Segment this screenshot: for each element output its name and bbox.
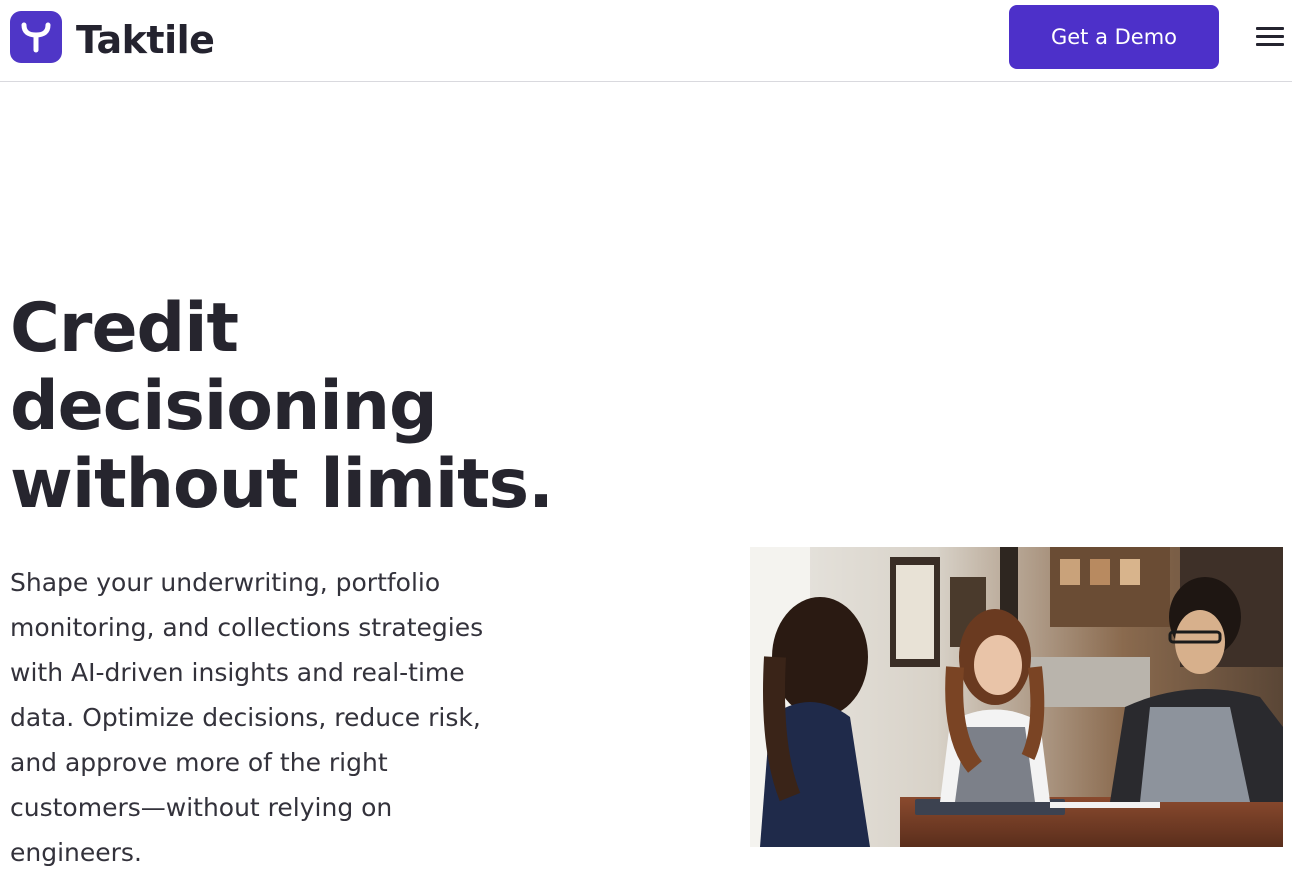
hero-description-line: monitoring, and collections strategies [10, 613, 484, 642]
hero-photo-illustration [750, 547, 1283, 847]
hero-description-line: Shape your underwriting, portfolio [10, 568, 441, 597]
hero-title-line: without limits. [10, 445, 554, 524]
site-header: Taktile Get a Demo [0, 0, 1292, 82]
taktile-logo-icon[interactable] [10, 11, 62, 63]
hero-photo [750, 547, 1283, 847]
hero-description-line: and approve more of the right [10, 748, 388, 777]
logo-glyph [21, 22, 51, 53]
menu-bar [1256, 35, 1284, 38]
get-demo-button[interactable]: Get a Demo [1009, 5, 1219, 69]
hero-title-line: Credit [10, 289, 239, 368]
hero-description-line: with AI-driven insights and real-time [10, 658, 465, 687]
hero-description-line: customers—without relying on [10, 793, 393, 822]
hero-title-line: decisioning [10, 367, 438, 446]
hero-description-line: data. Optimize decisions, reduce risk, [10, 703, 481, 732]
hero-description-line: engineers. [10, 838, 142, 867]
hamburger-menu-icon[interactable] [1254, 25, 1286, 51]
brand-name[interactable]: Taktile [76, 16, 215, 64]
hero-description: Shape your underwriting, portfolio monit… [10, 560, 540, 875]
menu-bar [1256, 27, 1284, 30]
hero-title: Credit decisioning without limits. [10, 290, 570, 524]
menu-bar [1256, 43, 1284, 46]
